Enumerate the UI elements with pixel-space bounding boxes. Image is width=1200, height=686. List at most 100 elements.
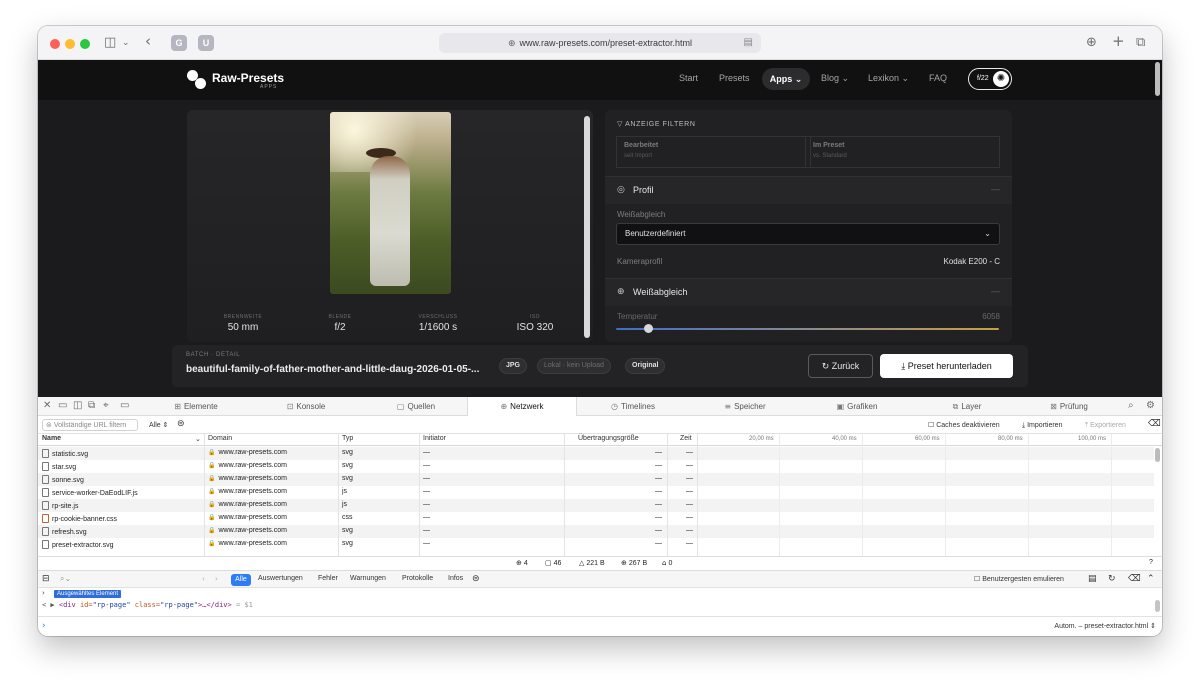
console-filter-errors[interactable]: Fehler <box>318 575 338 582</box>
temperature-slider[interactable] <box>616 328 999 330</box>
cell-size: — <box>655 475 662 482</box>
cell-time: — <box>686 449 693 456</box>
tab-overview-icon[interactable]: ⧉ <box>1136 34 1145 52</box>
tab-favicon-u[interactable]: U <box>198 35 214 51</box>
chevron-down-icon[interactable]: ⌄ <box>122 34 130 52</box>
section-profile-header[interactable]: ◎ Profil — <box>605 176 1012 204</box>
filter-panel: ▽ ANZEIGE FILTERN Bearbeitet seit Import… <box>605 110 1012 342</box>
cell-domain: 🔒 www.raw-presets.com <box>208 462 287 469</box>
collapse-console-icon[interactable]: ⌃ <box>1147 574 1155 584</box>
download-icon: ⤓ <box>901 362 906 372</box>
console-attr-value: "rp-page" <box>92 601 131 609</box>
console-filter-logs[interactable]: Protokolle <box>402 575 433 582</box>
nav-forward-icon[interactable]: › <box>215 575 218 583</box>
disclosure-icon[interactable]: › <box>42 589 45 597</box>
close-window-button[interactable] <box>50 39 60 49</box>
execution-context-select[interactable]: Autom. – preset-extractor.html ⇕ <box>1054 622 1156 630</box>
back-button[interactable]: ↻ Zurück <box>808 354 873 378</box>
console-output-line[interactable]: < ▶ <div id="rp-page" class="rp-page">…<… <box>42 601 253 609</box>
console-toggle-icon[interactable]: ⊟ <box>42 574 50 584</box>
console-search-icon[interactable]: ⌕⌄ <box>60 574 71 584</box>
site-scrollbar[interactable] <box>1155 62 1160 96</box>
nav-back-icon[interactable]: ‹ <box>202 575 205 583</box>
console-prompt[interactable]: › Autom. – preset-extractor.html ⇕ <box>38 616 1162 636</box>
section-wb-header[interactable]: ⊕ Weißabgleich — <box>605 278 1012 306</box>
filter-in-preset-toggle[interactable]: Im Preset vs. Standard <box>805 136 1000 168</box>
lock-icon: 🔒 <box>208 501 216 508</box>
reload-icon[interactable]: ↻ <box>1108 574 1116 584</box>
table-scrollbar[interactable] <box>1155 448 1160 462</box>
address-bar[interactable]: ⊕ www.raw-presets.com/preset-extractor.ht… <box>439 33 761 53</box>
table-row[interactable]: sonne.svg 🔒 www.raw-presets.com svg — — — <box>38 473 1154 486</box>
nav-lexikon[interactable]: Lexikon ⌄ <box>868 73 909 84</box>
console-filter-warnings[interactable]: Warnungen <box>350 575 386 582</box>
emulate-gestures-checkbox[interactable]: ☐ Benutzergesten emulieren <box>974 575 1064 583</box>
table-row[interactable]: refresh.svg 🔒 www.raw-presets.com svg — — — <box>38 525 1154 538</box>
cell-time-text: — <box>686 475 693 482</box>
temperature-slider-handle[interactable] <box>644 324 654 333</box>
cell-initiator-text: — <box>423 462 430 469</box>
console-tag-close: >…</div> <box>198 601 232 609</box>
reader-icon[interactable]: ▤ <box>744 33 753 53</box>
nav-presets[interactable]: Presets <box>719 73 750 83</box>
refresh-icon: ↻ <box>821 362 830 372</box>
console-filter-all[interactable]: Alle <box>231 574 251 586</box>
cell-type: svg <box>342 540 353 547</box>
cell-initiator: — <box>423 527 430 534</box>
summary-time: ⌂ 0 <box>662 559 672 567</box>
console-ref: = $1 <box>235 601 253 609</box>
collapse-icon[interactable]: — <box>991 184 1000 194</box>
nav-apps[interactable]: Apps ⌄ <box>762 68 810 90</box>
cell-size-text: — <box>655 449 662 456</box>
f22-badge[interactable]: f/22 ✺ <box>968 68 1012 90</box>
downloads-icon[interactable]: ⊕ <box>1086 34 1097 52</box>
console-filter-evaluations[interactable]: Auswertungen <box>258 575 303 582</box>
nav-start[interactable]: Start <box>679 73 698 83</box>
chevron-down-icon: ⌄ <box>794 75 803 85</box>
cell-type: svg <box>342 527 353 534</box>
original-pill[interactable]: Original <box>625 358 666 374</box>
cell-initiator-text: — <box>423 501 430 508</box>
preview-scrollbar[interactable] <box>584 116 590 338</box>
logo-name[interactable]: Raw-Presets <box>212 71 284 85</box>
table-row[interactable]: service-worker-DaEodLIF.js 🔒 www.raw-prese… <box>38 486 1154 499</box>
clear-console-icon[interactable]: ⌫ <box>1128 574 1141 584</box>
cell-domain-text: www.raw-presets.com <box>218 527 287 534</box>
logo-icon <box>187 70 207 90</box>
globe-icon: ⊕ <box>617 287 625 297</box>
f22-label: f/22 <box>977 75 989 82</box>
console-filter-infos[interactable]: Infos <box>448 575 463 582</box>
wb-select[interactable]: Benutzerdefiniert ⌄ <box>616 223 1000 245</box>
table-row[interactable]: statistic.svg 🔒 www.raw-presets.com svg — — — <box>38 447 1154 460</box>
cell-name-text: rp-cookie-banner.css <box>52 516 117 523</box>
table-row[interactable]: rp-site.js 🔒 www.raw-presets.com js — — — <box>38 499 1154 512</box>
nav-blog[interactable]: Blog ⌄ <box>821 73 849 84</box>
chevron-down-icon: ⌄ <box>984 229 991 238</box>
help-icon[interactable]: ? <box>1149 559 1153 566</box>
minimize-window-button[interactable] <box>65 39 75 49</box>
filter-edited-toggle[interactable]: Bearbeitet seit Import <box>616 136 811 168</box>
collapse-icon[interactable]: — <box>991 286 1000 296</box>
file-icon <box>42 540 49 549</box>
cell-name: preset-extractor.svg <box>42 540 113 549</box>
back-icon[interactable]: ‹ <box>145 32 151 50</box>
table-row[interactable]: rp-cookie-banner.css 🔒 www.raw-presets.com… <box>38 512 1154 525</box>
new-tab-icon[interactable]: + <box>1112 32 1125 50</box>
table-row[interactable]: preset-extractor.svg 🔒 www.raw-presets.com… <box>38 538 1154 551</box>
snippet-icon[interactable]: ▤ <box>1088 574 1097 584</box>
temperature-value: 6058 <box>982 312 1000 321</box>
zoom-window-button[interactable] <box>80 39 90 49</box>
console-filter-options-icon[interactable]: ⊜ <box>472 574 480 584</box>
sidebar-toggle-icon[interactable]: ◫ <box>104 34 116 52</box>
cell-time-text: — <box>686 527 693 534</box>
table-row[interactable]: star.svg 🔒 www.raw-presets.com svg — — — <box>38 460 1154 473</box>
cell-time-text: — <box>686 488 693 495</box>
nav-blog-label: Blog <box>821 73 840 83</box>
nav-faq[interactable]: FAQ <box>929 73 947 83</box>
tab-favicon-g[interactable]: G <box>171 35 187 51</box>
cell-size: — <box>655 462 662 469</box>
cell-domain: 🔒 www.raw-presets.com <box>208 488 287 495</box>
console-scrollbar[interactable] <box>1155 600 1160 612</box>
download-preset-button[interactable]: ⤓ Preset herunterladen <box>880 354 1013 378</box>
cell-domain-text: www.raw-presets.com <box>218 514 287 521</box>
